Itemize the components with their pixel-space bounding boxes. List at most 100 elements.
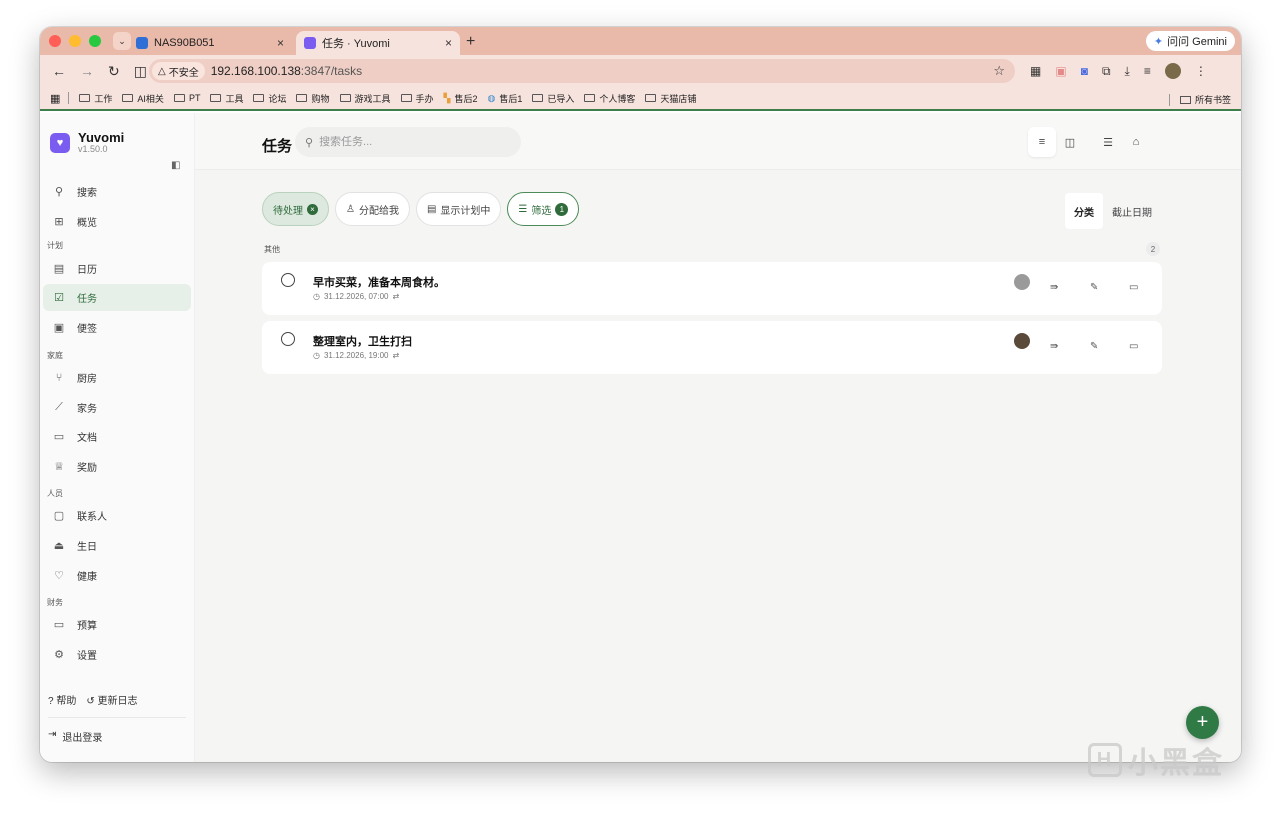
brand[interactable]: ♥ Yuvomi v1.50.0 — [50, 131, 124, 154]
pending-filter-chip[interactable]: 待处理 × — [262, 192, 329, 226]
bookmark-shopping[interactable]: 购物 — [296, 92, 330, 105]
extension-icon[interactable]: ▦ — [1030, 64, 1041, 78]
board-view-icon[interactable]: ◫ — [1056, 127, 1084, 157]
tab-nas[interactable]: NAS90B051 × — [128, 31, 292, 55]
help-link[interactable]: ? 帮助 — [48, 692, 76, 707]
sidebar-item-notes[interactable]: ▣ 便签 — [43, 314, 191, 341]
more-menu-icon[interactable]: ⋮ — [1195, 64, 1207, 78]
sidebar-item-health[interactable]: ♡ 健康 — [43, 562, 191, 589]
bookmarks-bar: ▦ 工作 AI相关 PT 工具 论坛 购物 游戏工具 手办 ▚ 售后2 ◍ 售后1 … — [40, 87, 1241, 111]
list-view-icon[interactable]: ≡ — [1028, 127, 1056, 157]
logout-button[interactable]: ⇥ 退出登录 — [48, 729, 102, 744]
search-input[interactable] — [319, 136, 500, 148]
filter-button[interactable]: ☰ 筛选 1 — [507, 192, 580, 226]
extension-icon[interactable]: ▣ — [1055, 64, 1066, 78]
security-chip[interactable]: △ 不安全 — [152, 62, 205, 80]
download-icon[interactable]: ⤓ — [1125, 64, 1130, 79]
section-label: 其他 — [264, 245, 280, 254]
bookmark-imported[interactable]: 已导入 — [532, 92, 574, 105]
sidebar-item-settings[interactable]: ⚙ 设置 — [43, 641, 191, 668]
extension-icon[interactable]: ◙ — [1081, 64, 1088, 78]
clock-icon: ◷ — [313, 351, 320, 360]
new-tab-button[interactable]: + — [466, 33, 475, 51]
split-view-icon[interactable]: ◫ — [134, 63, 147, 80]
bookmark-blog[interactable]: 个人博客 — [584, 92, 635, 105]
changelog-link[interactable]: ↺ 更新日志 — [86, 692, 137, 707]
add-task-button[interactable]: + — [1186, 706, 1219, 739]
reading-list-icon[interactable]: ≡ — [1144, 64, 1151, 78]
apps-grid-icon[interactable]: ▦ — [50, 92, 60, 105]
sidebar-item-budget[interactable]: ▭ 预算 — [43, 611, 191, 638]
tags-icon[interactable]: ⌂ — [1122, 127, 1150, 157]
reload-icon[interactable]: ↻ — [108, 63, 120, 80]
sparkle-icon: ✦ — [1153, 35, 1164, 48]
edit-pencil-icon[interactable]: ✎ — [1090, 341, 1098, 352]
archive-icon[interactable]: ▭ — [1129, 341, 1138, 352]
sidebar-item-kitchen[interactable]: ⑂ 厨房 — [43, 364, 191, 391]
group-by-due-date-button[interactable]: 截止日期 — [1103, 193, 1161, 229]
chip-label: 分配给我 — [358, 205, 399, 217]
tab-close-icon[interactable]: × — [445, 36, 452, 50]
task-search[interactable]: ⚲ — [295, 127, 521, 157]
bookmark-forum[interactable]: 论坛 — [253, 92, 286, 105]
task-due: 31.12.2026, 07:00 — [323, 292, 389, 301]
sidebar-item-documents[interactable]: ▭ 文档 — [43, 423, 191, 450]
minimize-window-button[interactable] — [69, 35, 81, 47]
sidebar-item-rewards[interactable]: ♕ 奖励 — [43, 453, 191, 480]
task-row[interactable]: 早市买菜，准备本周食材。 ◷ 31.12.2026, 07:00 ⇄ ⇛ ✎ ▭ — [262, 262, 1162, 315]
bookmark-star-icon[interactable]: ☆ — [993, 63, 1005, 79]
sidebar-item-birthdays[interactable]: ⏏ 生日 — [43, 532, 191, 559]
show-in-plan-chip[interactable]: ▤ 显示计划中 — [415, 192, 502, 226]
heart-pulse-icon: ♡ — [54, 570, 64, 582]
address-bar[interactable]: △ 不安全 192.168.100.138:3847/tasks ☆ — [149, 59, 1015, 83]
assigned-to-me-chip[interactable]: ♙ 分配给我 — [335, 192, 410, 226]
bookmark-aftersales1[interactable]: ◍ 售后1 — [487, 92, 522, 105]
archive-icon[interactable]: ▭ — [1129, 282, 1138, 293]
forward-arrow-icon[interactable]: → — [80, 63, 94, 80]
bookmark-aftersales2[interactable]: ▚ 售后2 — [444, 92, 478, 105]
brand-name: Yuvomi — [78, 130, 125, 145]
bookmark-ai[interactable]: AI相关 — [122, 92, 164, 105]
nav-group-people: 人员 — [47, 489, 63, 498]
bookmark-pt[interactable]: PT — [173, 93, 200, 103]
move-icon[interactable]: ⇛ — [1050, 341, 1058, 352]
sidebar-item-calendar[interactable]: ▤ 日历 — [43, 255, 191, 282]
sidebar-item-contacts[interactable]: ▢ 联系人 — [43, 502, 191, 529]
bookmark-tmall[interactable]: 天猫店铺 — [645, 92, 696, 105]
all-bookmarks-button[interactable]: 所有书签 — [1161, 93, 1231, 106]
bookmark-work[interactable]: 工作 — [79, 92, 112, 105]
gemini-button[interactable]: ✦ 问问 Gemini — [1145, 31, 1235, 51]
sidebar-item-overview[interactable]: ⊞ 概览 — [43, 208, 191, 235]
maximize-window-button[interactable] — [89, 35, 101, 47]
contact-card-icon: ▢ — [53, 510, 65, 522]
chevron-down-icon: ⌄ — [118, 35, 126, 46]
tab-close-icon[interactable]: × — [277, 36, 284, 50]
back-arrow-icon[interactable]: ← — [52, 63, 66, 80]
folder-icon — [339, 94, 351, 102]
browser-window: ⌄ NAS90B051 × 任务 · Yuvomi × + ✦ 问问 Gemin… — [40, 27, 1241, 762]
bookmark-game-tools[interactable]: 游戏工具 — [339, 92, 391, 105]
tab-yuvomi[interactable]: 任务 · Yuvomi × — [296, 31, 460, 55]
user-icon: ♙ — [346, 203, 355, 215]
folder-icon — [122, 94, 134, 102]
task-checkbox[interactable] — [281, 332, 295, 346]
edit-pencil-icon[interactable]: ✎ — [1090, 282, 1098, 293]
task-meta: ◷ 31.12.2026, 19:00 ⇄ — [313, 351, 399, 360]
checklist-icon[interactable]: ☰ — [1094, 127, 1122, 157]
bookmark-tools[interactable]: 工具 — [210, 92, 243, 105]
sidebar-item-search[interactable]: ⚲ 搜索 — [43, 178, 191, 205]
close-window-button[interactable] — [49, 35, 61, 47]
task-row[interactable]: 整理室内，卫生打扫 ◷ 31.12.2026, 19:00 ⇄ ⇛ ✎ ▭ — [262, 321, 1162, 374]
sidebar-item-chores[interactable]: ⟋ 家务 — [43, 394, 191, 421]
group-by-category-button[interactable]: 分类 — [1065, 193, 1103, 229]
puzzle-icon[interactable]: ⧉ — [1102, 64, 1111, 79]
medal-icon: ♕ — [54, 461, 64, 473]
bookmark-figures[interactable]: 手办 — [400, 92, 434, 105]
sidebar-item-tasks[interactable]: ☑ 任务 — [43, 284, 191, 311]
repeat-icon: ⇄ — [392, 351, 400, 360]
profile-avatar[interactable] — [1164, 63, 1181, 79]
task-checkbox[interactable] — [281, 273, 295, 287]
collapse-sidebar-icon[interactable]: ◧ — [171, 160, 180, 171]
clear-filter-icon[interactable]: × — [307, 203, 318, 215]
move-icon[interactable]: ⇛ — [1050, 282, 1058, 293]
